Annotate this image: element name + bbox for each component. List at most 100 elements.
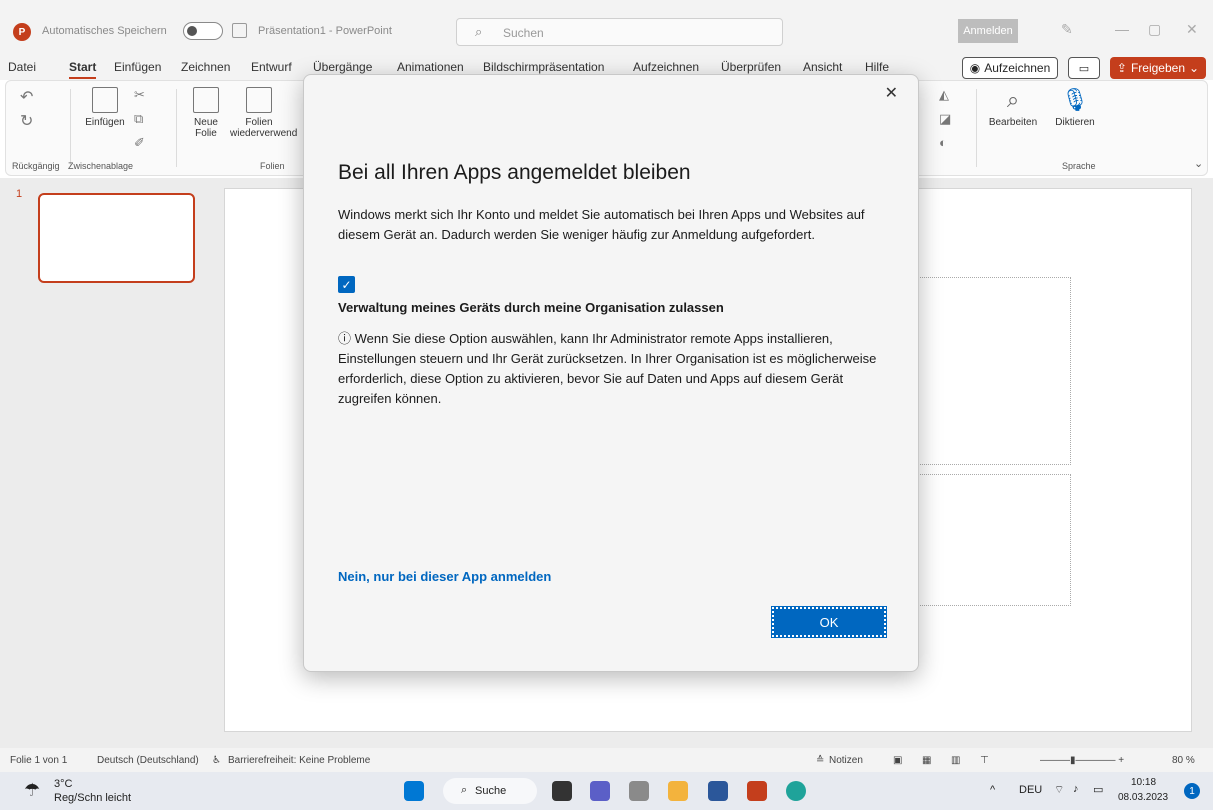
search-input[interactable]: ⌕ Suchen bbox=[456, 18, 783, 46]
paste-label: Einfügen bbox=[85, 117, 125, 128]
reuse-slides-icon bbox=[246, 87, 272, 113]
slide-sorter-icon[interactable]: ▦ bbox=[922, 755, 931, 766]
info-icon: ⓘ bbox=[338, 331, 352, 346]
dialog-title: Bei all Ihren Apps angemeldet bleiben bbox=[338, 161, 691, 184]
minimize-icon[interactable]: — bbox=[1115, 21, 1129, 37]
zoom-level[interactable]: 80 % bbox=[1172, 755, 1195, 766]
status-bar: Folie 1 von 1 Deutsch (Deutschland) ♿ Ba… bbox=[0, 748, 1213, 772]
tab-animationen[interactable]: Animationen bbox=[397, 60, 464, 74]
manage-device-checkbox[interactable]: ✓ bbox=[338, 276, 355, 293]
windows-start-icon[interactable] bbox=[404, 781, 424, 801]
new-slide-button[interactable]: Neue Folie bbox=[186, 87, 226, 139]
close-window-icon[interactable]: ✕ bbox=[1186, 21, 1198, 38]
document-title: Präsentation1 - PowerPoint bbox=[258, 25, 392, 37]
new-slide-icon bbox=[193, 87, 219, 113]
tab-datei[interactable]: Datei bbox=[8, 60, 36, 74]
signin-button[interactable]: Anmelden bbox=[958, 19, 1018, 43]
notes-icon: ≙ bbox=[816, 755, 825, 766]
tab-start[interactable]: Start bbox=[69, 60, 97, 79]
cut-icon[interactable]: ✂ bbox=[134, 87, 145, 103]
accessibility-icon: ♿ bbox=[212, 755, 221, 766]
new-slide-label2: Folie bbox=[195, 128, 217, 139]
reading-view-icon[interactable]: ▥ bbox=[951, 755, 960, 766]
tab-bildschirmpraesentation[interactable]: Bildschirmpräsentation bbox=[483, 60, 604, 74]
title-placeholder[interactable] bbox=[915, 277, 1071, 465]
paste-button[interactable]: Einfügen bbox=[82, 87, 128, 128]
settings-icon[interactable] bbox=[629, 781, 649, 801]
notification-badge[interactable]: 1 bbox=[1184, 783, 1200, 799]
share-button[interactable]: ⇪ Freigeben ⌄ bbox=[1110, 57, 1206, 79]
search-icon: ⌕ bbox=[461, 784, 468, 796]
ok-button[interactable]: OK bbox=[771, 606, 887, 638]
subtitle-placeholder[interactable] bbox=[915, 474, 1071, 606]
shape-fill-icon[interactable]: ◭ bbox=[939, 87, 949, 103]
checkmark-icon: ✓ bbox=[341, 277, 352, 292]
dialog-description: Windows merkt sich Ihr Konto und meldet … bbox=[338, 207, 865, 242]
close-icon[interactable]: ✕ bbox=[885, 83, 898, 103]
network-icon[interactable]: ⌔ bbox=[1054, 783, 1064, 797]
tab-aufzeichnen[interactable]: Aufzeichnen bbox=[633, 60, 699, 74]
input-language[interactable]: DEU bbox=[1019, 784, 1042, 796]
clipboard-group-label: Zwischenablage bbox=[68, 161, 134, 171]
redo-icon[interactable]: ↻ bbox=[20, 111, 33, 131]
tab-uebergaenge[interactable]: Übergänge bbox=[313, 60, 372, 74]
volume-icon[interactable]: ♪ bbox=[1073, 783, 1079, 795]
teams-chat-icon[interactable] bbox=[590, 781, 610, 801]
task-view-icon[interactable] bbox=[552, 781, 572, 801]
shape-outline-icon[interactable]: ◪ bbox=[939, 111, 951, 127]
chevron-up-icon[interactable]: ^ bbox=[990, 784, 995, 796]
battery-icon[interactable]: ▭ bbox=[1093, 783, 1103, 796]
format-painter-icon[interactable]: ✐ bbox=[134, 135, 145, 151]
microphone-icon: 🎙 bbox=[1061, 87, 1089, 112]
app-only-signin-link[interactable]: Nein, nur bei dieser App anmelden bbox=[338, 569, 551, 584]
search-icon: ⌕ bbox=[1006, 87, 1020, 112]
reuse-slides-button[interactable]: Folien wiederverwend bbox=[230, 87, 297, 139]
comment-icon: ▭ bbox=[1078, 62, 1090, 75]
language-status[interactable]: Deutsch (Deutschland) bbox=[97, 755, 199, 766]
edit-button[interactable]: ⌕ Bearbeiten bbox=[984, 87, 1042, 128]
chevron-down-icon[interactable]: ⌄ bbox=[1194, 157, 1203, 170]
copy-icon[interactable]: ⧉ bbox=[134, 111, 143, 127]
autosave-toggle[interactable] bbox=[183, 22, 223, 40]
ribbon-separator bbox=[976, 89, 977, 167]
tab-zeichnen[interactable]: Zeichnen bbox=[181, 60, 230, 74]
autosave-label: Automatisches Speichern bbox=[42, 25, 167, 37]
file-explorer-icon[interactable] bbox=[668, 781, 688, 801]
language-group-label: Sprache bbox=[1062, 161, 1096, 171]
slideshow-icon[interactable]: ⊤ bbox=[980, 755, 989, 766]
share-icon: ⇪ bbox=[1116, 61, 1127, 75]
weather-description[interactable]: Reg/Schn leicht bbox=[54, 792, 131, 804]
shape-effects-icon[interactable]: ◐ bbox=[939, 135, 947, 150]
weather-temperature[interactable]: 3°C bbox=[54, 778, 72, 790]
undo-icon[interactable]: ↶ bbox=[20, 87, 33, 107]
zoom-slider[interactable]: ———▮———— + bbox=[1040, 755, 1124, 766]
powerpoint-logo-icon: P bbox=[13, 23, 31, 41]
dialog-info: ⓘ Wenn Sie diese Option auswählen, kann … bbox=[338, 329, 898, 409]
stay-signed-in-dialog: ✕ Bei all Ihren Apps angemeldet bleiben … bbox=[303, 74, 919, 672]
slide-number: 1 bbox=[16, 188, 23, 200]
taskbar-search[interactable]: ⌕ Suche bbox=[443, 778, 537, 804]
comments-button[interactable]: ▭ bbox=[1068, 57, 1100, 79]
pen-icon[interactable]: ✎ bbox=[1061, 21, 1073, 38]
powerpoint-icon[interactable] bbox=[747, 781, 767, 801]
word-icon[interactable] bbox=[708, 781, 728, 801]
tab-einfuegen[interactable]: Einfügen bbox=[114, 60, 161, 74]
tab-hilfe[interactable]: Hilfe bbox=[865, 60, 889, 74]
tab-entwurf[interactable]: Entwurf bbox=[251, 60, 292, 74]
restore-icon[interactable]: ▢ bbox=[1148, 21, 1161, 38]
tab-ansicht[interactable]: Ansicht bbox=[803, 60, 842, 74]
ribbon-separator bbox=[176, 89, 177, 167]
dictate-button[interactable]: 🎙 Diktieren bbox=[1046, 87, 1104, 128]
edge-icon[interactable] bbox=[786, 781, 806, 801]
clock-date[interactable]: 08.03.2023 bbox=[1118, 792, 1168, 803]
notes-button[interactable]: Notizen bbox=[829, 755, 863, 766]
accessibility-status[interactable]: Barrierefreiheit: Keine Probleme bbox=[228, 755, 370, 766]
save-icon[interactable] bbox=[232, 23, 247, 38]
record-button[interactable]: ◉ Aufzeichnen bbox=[962, 57, 1058, 79]
tab-ueberpruefen[interactable]: Überprüfen bbox=[721, 60, 781, 74]
slide-thumbnail[interactable] bbox=[38, 193, 195, 283]
normal-view-icon[interactable]: ▣ bbox=[893, 755, 902, 766]
windows-taskbar: ☂ 3°C Reg/Schn leicht ⌕ Suche ^ DEU ⌔ ♪ … bbox=[0, 772, 1213, 810]
clock-time[interactable]: 10:18 bbox=[1131, 777, 1156, 788]
record-label: Aufzeichnen bbox=[984, 61, 1051, 75]
